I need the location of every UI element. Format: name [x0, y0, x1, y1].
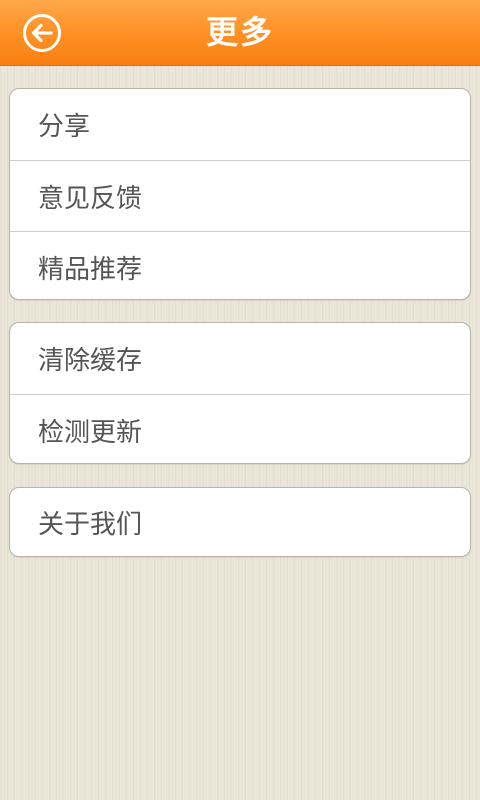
menu-item-about-us[interactable]: 关于我们: [10, 488, 470, 556]
menu-item-feedback[interactable]: 意见反馈: [10, 160, 470, 231]
menu-group-maintenance: 清除缓存 检测更新: [9, 322, 471, 464]
menu-item-recommended-apps[interactable]: 精品推荐: [10, 231, 470, 299]
menu-group-share: 分享 意见反馈 精品推荐: [9, 88, 471, 300]
page-title: 更多: [205, 13, 274, 51]
top-bar: 更多: [0, 0, 480, 66]
menu-item-share[interactable]: 分享: [10, 89, 470, 160]
menu-group-about: 关于我们: [9, 487, 471, 557]
menu-item-clear-cache[interactable]: 清除缓存: [10, 323, 470, 394]
menu-item-check-update[interactable]: 检测更新: [10, 394, 470, 463]
